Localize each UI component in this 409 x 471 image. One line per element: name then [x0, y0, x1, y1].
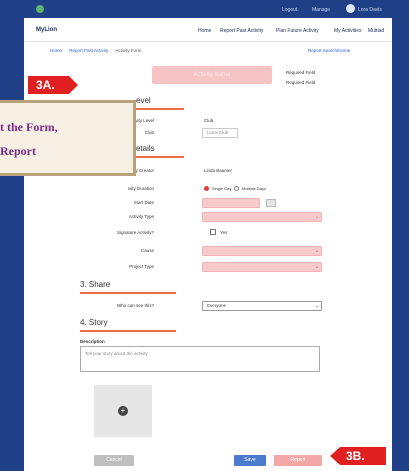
report-search-link[interactable]: Report Search/Home — [308, 48, 350, 53]
step-badge-3a: 3A. — [28, 76, 78, 94]
callout-line-1: t the Form, — [0, 120, 58, 134]
chevron-down-icon: ⌄ — [314, 303, 319, 309]
signature-activity-label: Signature Activity? — [116, 230, 154, 235]
manage-link[interactable]: Manage — [312, 7, 330, 13]
description-label: Description — [80, 339, 105, 344]
step-badge-3b: 3B. — [330, 447, 386, 465]
nav-my-activities[interactable]: My Activities — [334, 28, 362, 34]
nav-multiad[interactable]: Multiad — [368, 28, 384, 34]
cancel-button[interactable]: Cancel — [94, 455, 134, 466]
multiple-days-radio[interactable] — [234, 186, 239, 191]
description-textarea[interactable]: Tell your story about the activity — [80, 346, 320, 372]
cause-select[interactable]: ⌄ — [202, 246, 322, 256]
save-button[interactable]: Save — [234, 455, 266, 466]
duration-label: ivity Duration — [127, 186, 154, 191]
calendar-icon[interactable] — [266, 199, 276, 207]
section-share-heading: 3. Share — [80, 280, 111, 289]
chevron-down-icon: ⌄ — [314, 214, 319, 220]
nav-plan-future[interactable]: Plan Future Activity — [276, 28, 319, 34]
avatar[interactable] — [346, 4, 355, 13]
signature-activity-checkbox[interactable] — [210, 229, 216, 235]
required-note: Required Field — [286, 70, 316, 75]
section-level-heading: evel — [136, 96, 151, 105]
start-date-label: Start Date — [133, 200, 154, 205]
chevron-down-icon: ⌄ — [314, 264, 319, 270]
single-day-radio[interactable] — [204, 186, 209, 191]
project-type-select[interactable]: ⌄ — [202, 262, 322, 272]
section-divider — [80, 330, 176, 332]
app-frame: Logout Manage Lora Davis MyLion Home Rep… — [24, 0, 392, 471]
brand-name[interactable]: MyLion — [36, 27, 57, 33]
required-note-2: Required Field — [286, 80, 316, 85]
activity-type-label: Activity Type — [128, 214, 154, 219]
project-type-label: Project Type — [129, 264, 154, 269]
section-details-heading: etails — [136, 144, 155, 153]
lions-logo-icon — [36, 5, 44, 13]
who-can-see-label: Who can see this? — [116, 303, 154, 308]
signature-yes-label: Yes — [220, 230, 228, 235]
add-photo-icon[interactable]: + — [118, 406, 128, 416]
section-divider — [80, 292, 176, 294]
callout-line-2: Report — [0, 144, 36, 158]
report-button[interactable]: Report — [274, 455, 322, 466]
nav-home[interactable]: Home — [198, 28, 211, 34]
main-nav: MyLion Home Report Past Activity Plan Fu… — [24, 18, 392, 42]
breadcrumb-current: Activity Form — [115, 48, 142, 53]
breadcrumb: Home Report Past Activity Activity Form — [50, 48, 147, 53]
start-date-input[interactable] — [202, 198, 260, 208]
photo-upload-area[interactable]: + — [94, 385, 152, 437]
nav-report-past[interactable]: Report Past Activity — [220, 28, 263, 34]
visibility-select[interactable]: Everyone ⌄ — [202, 301, 322, 311]
cause-label: Cause — [140, 248, 154, 253]
top-bar: Logout Manage Lora Davis — [24, 0, 392, 18]
club-select[interactable]: Lions Club — [202, 128, 238, 138]
multiple-days-label: Multiple Days — [242, 186, 267, 191]
user-name[interactable]: Lora Davis — [358, 7, 382, 13]
instruction-callout: t the Form, Report — [0, 100, 136, 176]
breadcrumb-report[interactable]: Report Past Activity — [69, 48, 108, 53]
visibility-value: Everyone — [207, 303, 227, 308]
activity-name-input[interactable]: Activity Name — [152, 66, 272, 84]
chevron-down-icon: ⌄ — [314, 248, 319, 254]
section-story-heading: 4. Story — [80, 318, 108, 327]
club-value: Lions Club — [207, 130, 229, 135]
activity-type-select[interactable]: ⌄ — [202, 212, 322, 222]
logout-link[interactable]: Logout — [282, 7, 297, 13]
single-day-label: Single Day — [212, 186, 232, 191]
activity-creator-value: Linda Baumer — [204, 168, 233, 173]
activity-level-value: Club — [204, 118, 214, 123]
breadcrumb-home[interactable]: Home — [50, 48, 62, 53]
